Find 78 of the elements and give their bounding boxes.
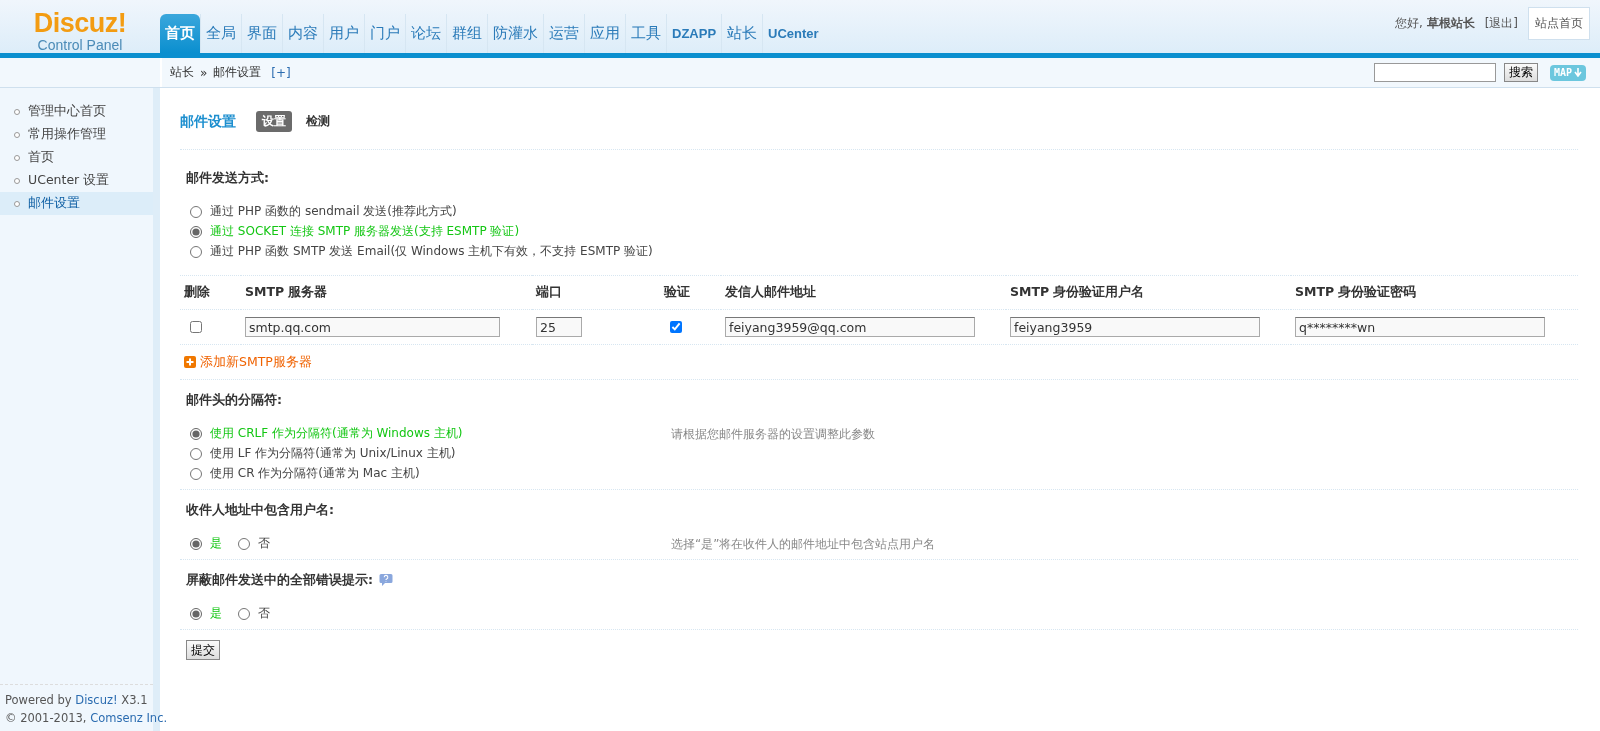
radio-button[interactable] (190, 205, 202, 218)
add-server-link[interactable]: 添加新SMTP服务器 (180, 345, 1578, 379)
nav-tab[interactable]: 防灌水 (487, 14, 543, 53)
password-field[interactable]: q********wn (1295, 317, 1545, 337)
section-title: 收件人地址中包含用户名: (186, 501, 334, 519)
search-button[interactable]: 搜索 (1503, 63, 1538, 82)
auth-checkbox[interactable] (670, 321, 682, 333)
down-arrow-icon (1574, 68, 1582, 77)
nav-tab[interactable]: 界面 (241, 14, 282, 53)
nav-tab[interactable]: 首页 (160, 14, 200, 53)
nav-tab[interactable]: 用户 (323, 14, 364, 53)
port-field[interactable]: 25 (536, 317, 582, 337)
section-title: 邮件发送方式: (186, 169, 269, 187)
radio-button[interactable] (190, 447, 202, 460)
nav-tab[interactable]: 全局 (200, 14, 241, 53)
radio-button[interactable] (190, 427, 202, 440)
radio-option[interactable]: 否 (234, 534, 270, 553)
breadcrumb-separator: » (200, 65, 208, 80)
radio-button[interactable] (238, 537, 250, 550)
hint-text: 选择“是”将在收件人的邮件地址中包含站点用户名 (671, 536, 936, 553)
radio-option[interactable]: 使用 CR 作为分隔符(通常为 Mac 主机) (186, 464, 420, 483)
search-field[interactable] (1373, 63, 1496, 82)
section-title: 屏蔽邮件发送中的全部错误提示: (186, 571, 373, 589)
plus-icon (184, 356, 196, 368)
sidebar-item[interactable]: 邮件设置 (0, 192, 153, 215)
user-greeting: 您好, 草根站长 (1394, 15, 1475, 32)
column-header: 端口 (536, 284, 562, 301)
page-tab[interactable]: 检测 (300, 111, 336, 132)
nav-tab[interactable]: 论坛 (405, 14, 446, 53)
column-header: SMTP 身份验证用户名 (1010, 284, 1145, 301)
radio-option[interactable]: 使用 LF 作为分隔符(通常为 Unix/Linux 主机) (186, 444, 456, 463)
breadcrumb-item[interactable]: 站长 (170, 64, 194, 81)
footer-link[interactable]: Discuz! (75, 693, 118, 707)
delete-checkbox[interactable] (190, 321, 202, 333)
site-home-button[interactable]: 站点首页 (1528, 7, 1590, 40)
nav-tab[interactable]: 群组 (446, 14, 487, 53)
sidebar-item[interactable]: 管理中心首页 (0, 100, 153, 123)
radio-button[interactable] (190, 225, 202, 238)
nav-tab[interactable]: 门户 (364, 14, 405, 53)
submit-button[interactable]: 提交 (186, 640, 220, 660)
radio-button[interactable] (238, 607, 250, 620)
nav-tab[interactable]: 运营 (543, 14, 584, 53)
radio-option[interactable]: 通过 PHP 函数 SMTP 发送 Email(仅 Windows 主机下有效，不支持 ESMTP 验证) (186, 242, 653, 261)
column-header: 验证 (664, 284, 690, 301)
radio-option[interactable]: 通过 PHP 函数的 sendmail 发送(推荐此方式) (186, 202, 457, 221)
sidebar-item[interactable]: UCenter 设置 (0, 169, 153, 192)
radio-button[interactable] (190, 537, 202, 550)
footer-text: Powered by Discuz! X3.1 (5, 692, 149, 709)
column-header: 删除 (184, 284, 210, 301)
hint-text: 请根据您邮件服务器的设置调整此参数 (671, 426, 875, 443)
column-header: SMTP 服务器 (245, 284, 328, 301)
footer-link[interactable]: Comsenz Inc. (90, 711, 168, 725)
sender-email-field[interactable]: feiyang3959@qq.com (725, 317, 975, 337)
nav-tab[interactable]: 应用 (584, 14, 625, 53)
radio-button[interactable] (190, 607, 202, 620)
radio-button[interactable] (190, 467, 202, 480)
help-icon[interactable] (379, 573, 393, 587)
logout-link[interactable]: [退出] (1484, 15, 1518, 32)
radio-option[interactable]: 否 (234, 604, 270, 623)
sidebar-item[interactable]: 常用操作管理 (0, 123, 153, 146)
logo-title: Discuz! (33, 10, 127, 37)
radio-button[interactable] (190, 245, 202, 258)
username-field[interactable]: feiyang3959 (1010, 317, 1260, 337)
breadcrumb-item: 邮件设置 (213, 64, 262, 81)
page-tab[interactable]: 设置 (256, 111, 292, 132)
nav-tab[interactable]: UCenter (762, 14, 824, 53)
server-field[interactable]: smtp.qq.com (245, 317, 500, 337)
nav-tab[interactable]: DZAPP (666, 14, 722, 53)
column-header: 发信人邮件地址 (725, 284, 816, 301)
column-header: SMTP 身份验证密码 (1295, 284, 1417, 301)
add-shortcut-link[interactable]: [+] (271, 65, 291, 80)
nav-tab[interactable]: 站长 (721, 14, 763, 53)
logo-subtitle: Control Panel (37, 37, 123, 53)
nav-tab[interactable]: 内容 (282, 14, 323, 53)
nav-tab[interactable]: 工具 (625, 14, 666, 53)
sidebar-item[interactable]: 首页 (0, 146, 153, 169)
page-title: 邮件设置 (180, 112, 236, 131)
section-title: 邮件头的分隔符: (186, 391, 282, 409)
